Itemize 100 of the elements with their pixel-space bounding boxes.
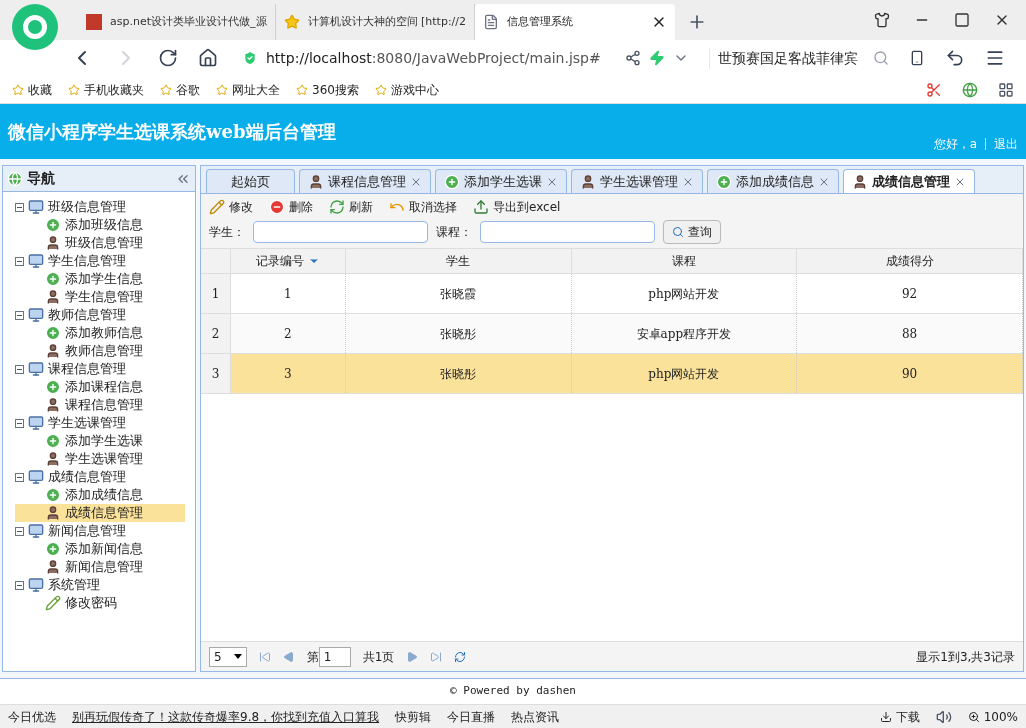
tree-item[interactable]: 学生选课管理 xyxy=(15,450,185,468)
bookmark-icon xyxy=(68,83,80,96)
search-icon[interactable] xyxy=(872,50,889,66)
tree-item[interactable]: 添加课程信息 xyxy=(15,378,185,396)
maximize-icon[interactable] xyxy=(954,12,970,28)
toolbar-button[interactable]: 导出到excel xyxy=(473,198,561,216)
shield-icon xyxy=(242,50,258,66)
tree-toggle[interactable] xyxy=(15,256,24,266)
table-row[interactable]: 3 3 张晓彤 php网站开发 90 xyxy=(201,354,1023,394)
tree-toggle[interactable] xyxy=(15,202,24,212)
bookmark-link[interactable]: 谷歌 xyxy=(160,80,200,99)
tree-item[interactable]: 课程信息管理 xyxy=(15,396,185,414)
tree-group-label[interactable]: 学生选课管理 xyxy=(48,414,126,432)
tree-item[interactable]: 添加新闻信息 xyxy=(15,540,185,558)
reload-icon[interactable] xyxy=(158,48,178,68)
page-total: 共1页 xyxy=(362,648,395,666)
column-header[interactable]: 课程 xyxy=(571,249,798,273)
toolbar-button[interactable]: 刷新 xyxy=(329,198,373,216)
tree-item[interactable]: 成绩信息管理 xyxy=(15,504,185,522)
search-field[interactable]: 世预赛国足客战菲律宾 xyxy=(708,47,889,69)
table-cell: 张晓彤 xyxy=(345,314,572,353)
share-icon[interactable] xyxy=(624,50,641,66)
tree-group-label[interactable]: 系统管理 xyxy=(48,576,100,594)
bookmark-link[interactable]: 网址大全 xyxy=(216,80,280,99)
page-tab[interactable]: 添加学生选课 xyxy=(435,169,567,193)
tree-toggle[interactable] xyxy=(15,580,24,590)
volume-icon[interactable] xyxy=(935,708,952,725)
status-item[interactable]: 快剪辑 xyxy=(395,707,432,726)
page-tab[interactable]: 学生选课管理 xyxy=(571,169,703,193)
tree-item[interactable]: 班级信息管理 xyxy=(15,234,185,252)
row-number: 1 xyxy=(201,274,232,313)
column-header[interactable]: 学生 xyxy=(345,249,572,273)
tree-item[interactable]: 修改密码 xyxy=(15,594,185,612)
tree-item[interactable]: 教师信息管理 xyxy=(15,342,185,360)
status-item[interactable]: 今日直播 xyxy=(447,707,496,726)
news-link[interactable]: 别再玩假传奇了！这款传奇爆率9.8，你找到充值入口算我 xyxy=(72,707,380,726)
bookmark-icon xyxy=(12,83,24,96)
skin-icon[interactable] xyxy=(874,12,890,28)
footer-text: © Powered by dashen xyxy=(450,683,576,700)
globe-icon[interactable] xyxy=(962,81,978,98)
bookmark-link[interactable]: 手机收藏夹 xyxy=(68,80,144,99)
tree-toggle[interactable] xyxy=(15,526,24,536)
refresh-icon xyxy=(329,199,345,215)
upload-icon xyxy=(473,199,489,215)
table-row[interactable]: 2 2 张晓彤 安卓app程序开发 88 xyxy=(201,314,1023,354)
tree-item[interactable]: 添加学生选课 xyxy=(15,432,185,450)
page-tab[interactable]: 起始页 xyxy=(206,169,295,193)
apps-icon[interactable] xyxy=(998,81,1014,98)
tree-item[interactable]: 新闻信息管理 xyxy=(15,558,185,576)
tree-item[interactable]: 添加教师信息 xyxy=(15,324,185,342)
tree-group-label[interactable]: 班级信息管理 xyxy=(48,198,126,216)
download-button[interactable]: 下载 xyxy=(879,707,920,726)
tree-group-label[interactable]: 教师信息管理 xyxy=(48,306,126,324)
page-size-select[interactable]: 5 xyxy=(209,646,247,667)
tree-group-label[interactable]: 学生信息管理 xyxy=(48,252,126,270)
tree-item[interactable]: 学生信息管理 xyxy=(15,288,185,306)
search-button[interactable]: 查询 xyxy=(663,220,721,244)
table-cell: 3 xyxy=(231,354,346,393)
column-header[interactable]: 成绩得分 xyxy=(797,249,1023,273)
tree-group-label[interactable]: 课程信息管理 xyxy=(48,360,126,378)
tree-toggle[interactable] xyxy=(15,364,24,374)
monitor-icon xyxy=(28,253,44,269)
monitor-icon xyxy=(28,523,44,539)
tree-toggle[interactable] xyxy=(15,310,24,320)
zoom-level[interactable]: 100% xyxy=(967,707,1018,726)
scissors-icon[interactable] xyxy=(926,81,942,98)
address-field[interactable]: http://localhost:8080/JavaWebProject/main.jsp# xyxy=(238,45,605,71)
page-tab[interactable]: 课程信息管理 xyxy=(299,169,431,193)
table-row[interactable]: 1 1 张晓霞 php网站开发 92 xyxy=(201,274,1023,314)
column-header[interactable]: 记录编号 xyxy=(231,249,346,273)
page-tab[interactable]: 添加成绩信息 xyxy=(707,169,839,193)
home-icon[interactable] xyxy=(198,48,218,68)
bookmark-link[interactable]: 收藏 xyxy=(12,80,52,99)
browser-tab[interactable]: 信息管理系统 xyxy=(475,4,675,40)
bookmark-icon xyxy=(374,83,387,96)
refresh-icon[interactable] xyxy=(454,650,467,663)
person-icon xyxy=(45,397,61,413)
page-prefix: 第 xyxy=(306,648,319,666)
plus-circle-icon xyxy=(45,433,61,449)
tree-group-label[interactable]: 成绩信息管理 xyxy=(48,468,126,486)
bookmark-link[interactable]: 游戏中心 xyxy=(374,80,439,99)
tree-toggle[interactable] xyxy=(15,418,24,428)
status-item[interactable]: 热点资讯 xyxy=(511,707,560,726)
tree-item[interactable]: 添加学生信息 xyxy=(15,270,185,288)
tree-item[interactable]: 添加成绩信息 xyxy=(15,486,185,504)
page-tab[interactable]: 成绩信息管理 xyxy=(843,169,975,193)
undo-icon[interactable] xyxy=(944,48,965,68)
filter-input[interactable] xyxy=(253,221,428,243)
toolbar-button[interactable]: 修改 xyxy=(209,198,253,216)
plus-circle-icon xyxy=(45,487,61,503)
status-item[interactable]: 今日优选 xyxy=(8,707,56,726)
filter-input[interactable] xyxy=(480,221,655,243)
tree-group-label[interactable]: 新闻信息管理 xyxy=(48,522,126,540)
page-number-field[interactable]: 1 xyxy=(318,646,351,667)
tree-toggle[interactable] xyxy=(15,472,24,482)
toolbar-button[interactable]: 取消选择 xyxy=(389,198,457,216)
toolbar-button[interactable]: 删除 xyxy=(269,198,313,216)
person-icon xyxy=(45,235,61,251)
bookmark-link[interactable]: 360搜索 xyxy=(296,80,359,99)
tree-item[interactable]: 添加班级信息 xyxy=(15,216,185,234)
